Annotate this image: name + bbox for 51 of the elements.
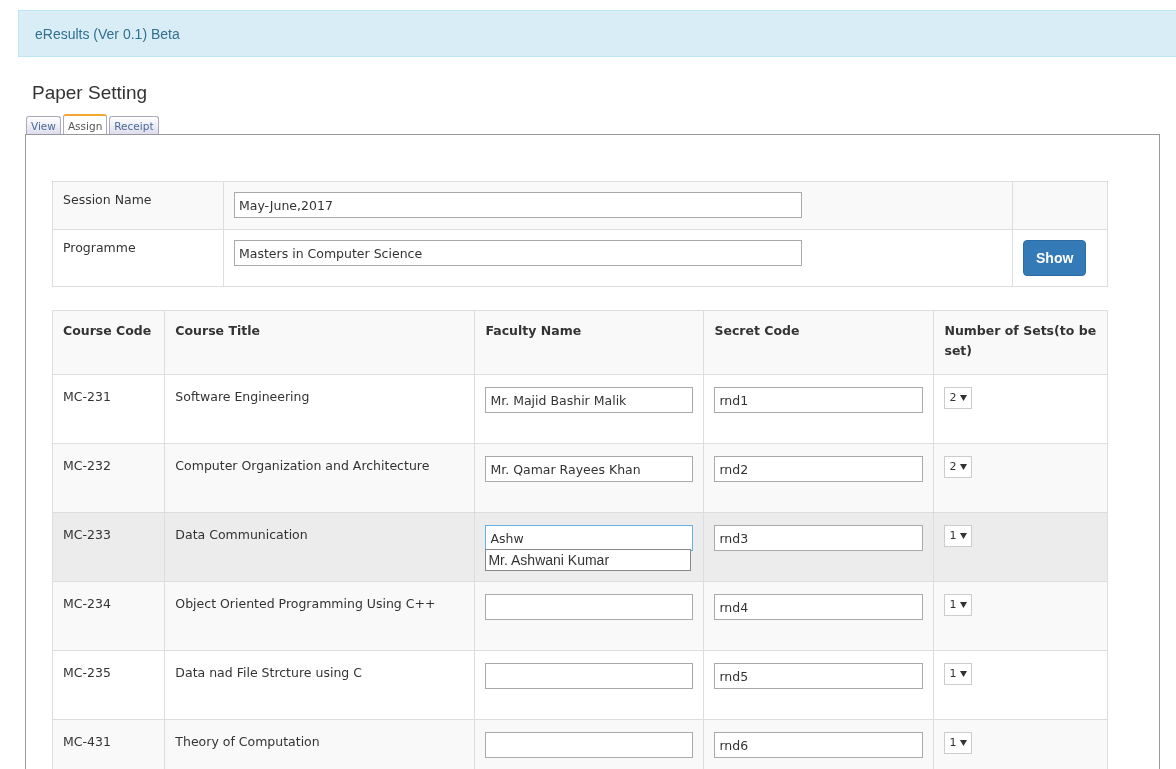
select-dropdown[interactable]: 2 (944, 456, 973, 478)
input-field[interactable] (485, 663, 694, 689)
caret-icon (960, 602, 968, 608)
input-field[interactable]: Masters in Computer Science (234, 240, 802, 266)
tab[interactable]: Receipt (109, 116, 159, 134)
table-cell: Data nad File Strcture using C (164, 650, 475, 720)
page-title: Paper Setting (32, 82, 148, 104)
input-field[interactable]: Mr. Qamar Rayees Khan (485, 456, 694, 482)
select-dropdown[interactable]: 1 (944, 732, 973, 754)
table-cell: MC-232 (52, 443, 165, 513)
table-cell: MC-235 (52, 650, 165, 720)
column-header: Faculty Name (474, 310, 704, 375)
caret-icon (960, 740, 968, 746)
show-button[interactable]: Show (1023, 240, 1087, 276)
app-title: eResults (Ver 0.1) Beta (35, 25, 180, 42)
autocomplete-item[interactable]: Mr. Ashwani Kumar (485, 549, 692, 571)
tab[interactable]: View (26, 116, 61, 134)
table-cell: MC-431 (52, 719, 165, 769)
column-header: Secret Code (703, 310, 934, 375)
input-field[interactable] (485, 732, 694, 758)
table-cell: Software Engineering (164, 374, 475, 444)
field-label: Programme (52, 229, 224, 287)
table-cell: Object Oriented Programming Using C++ (164, 581, 475, 651)
table-cell: Computer Organization and Architecture (164, 443, 475, 513)
input-field[interactable]: May-June,2017 (234, 192, 802, 218)
caret-icon (960, 395, 968, 401)
input-field[interactable]: rnd1 (714, 387, 924, 413)
column-header: Course Code (52, 310, 165, 375)
table-cell: MC-234 (52, 581, 165, 651)
input-field[interactable]: rnd3 (714, 525, 924, 551)
column-header: Course Title (164, 310, 475, 375)
tab[interactable]: Assign (62, 114, 108, 134)
input-field[interactable]: Ashw (485, 525, 694, 551)
table-cell: MC-231 (52, 374, 165, 444)
table-cell: MC-233 (52, 512, 165, 582)
select-dropdown[interactable]: 1 (944, 663, 973, 685)
caret-icon (960, 533, 968, 539)
caret-icon (960, 464, 968, 470)
input-field[interactable] (485, 594, 694, 620)
table-cell: Data Communication (164, 512, 475, 582)
select-dropdown[interactable]: 1 (944, 594, 973, 616)
field-label: Session Name (52, 181, 224, 230)
select-dropdown[interactable]: 2 (944, 387, 973, 409)
select-dropdown[interactable]: 1 (944, 525, 973, 547)
input-field[interactable]: rnd6 (714, 732, 924, 758)
input-field[interactable]: rnd4 (714, 594, 924, 620)
input-field[interactable]: Mr. Majid Bashir Malik (485, 387, 694, 413)
column-header: Number of Sets(to be set) (933, 310, 1108, 375)
caret-icon (960, 671, 968, 677)
input-field[interactable]: rnd2 (714, 456, 924, 482)
input-field[interactable]: rnd5 (714, 663, 924, 689)
